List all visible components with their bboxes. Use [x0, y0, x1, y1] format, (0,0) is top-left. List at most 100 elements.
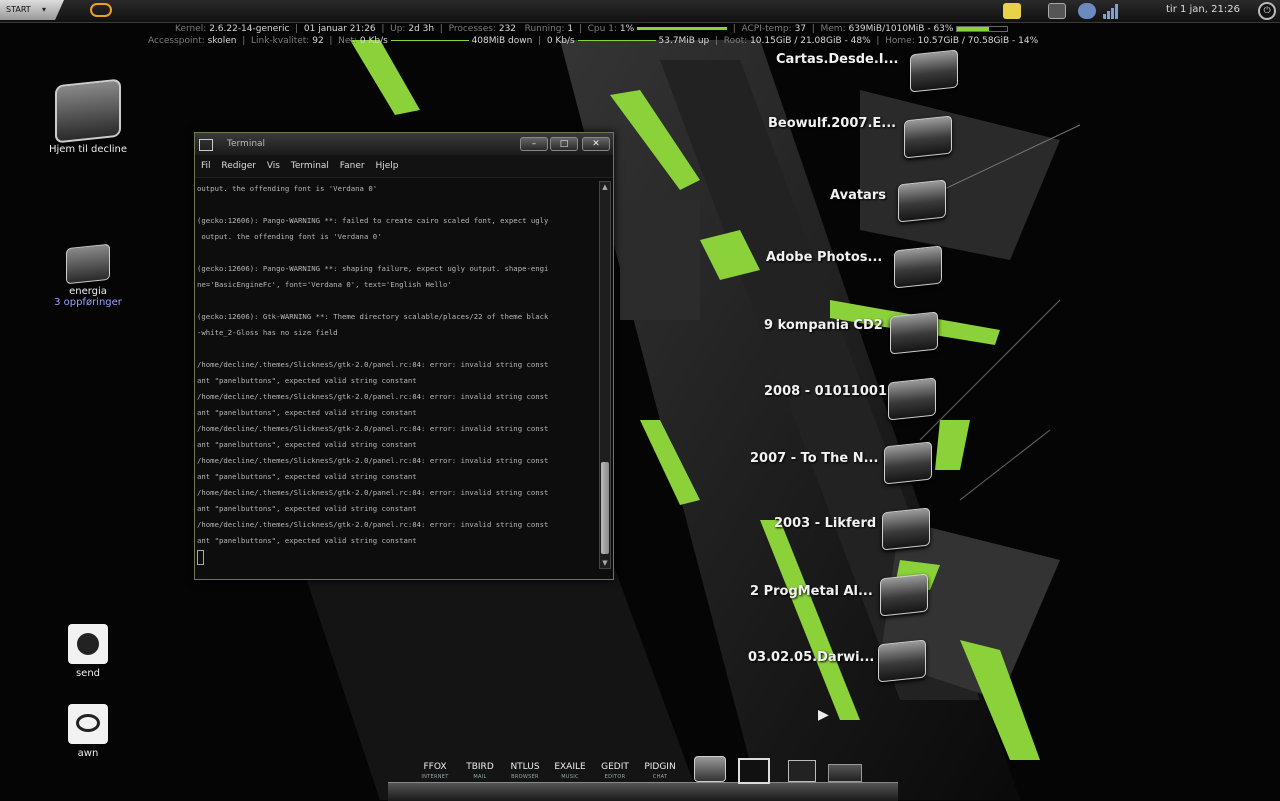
launcher-gedit[interactable]: GEDIT EDITOR: [598, 762, 632, 782]
folder-icon[interactable]: [904, 115, 952, 159]
terminal-line: (gecko:12606): Gtk-WARNING **: Theme dir…: [197, 312, 549, 321]
menu-hjelp[interactable]: Hjelp: [375, 161, 398, 171]
terminal-cursor: [197, 549, 204, 565]
terminal-window: Terminal – □ ✕ Fil Rediger Vis Terminal …: [194, 132, 614, 580]
launcher-pidgin[interactable]: PIDGIN CHAT: [641, 762, 679, 782]
clock[interactable]: tir 1 jan, 21:26: [1166, 0, 1240, 20]
desktop-item-label[interactable]: 9 kompania CD2: [764, 318, 883, 333]
desktop-item-label[interactable]: 2003 - Likferd: [774, 516, 876, 531]
desktop-item-label[interactable]: Beowulf.2007.E...: [768, 116, 896, 131]
close-button[interactable]: ✕: [582, 137, 610, 151]
scrollbar-thumb[interactable]: [601, 462, 609, 554]
home-dock-icon[interactable]: [694, 756, 726, 782]
terminal-line: ne='BasicEngineFc', font='Verdana 0', te…: [197, 280, 452, 289]
maximize-button[interactable]: □: [550, 137, 578, 151]
net-down-graph: [390, 40, 469, 41]
terminal-line: output. the offending font is 'Verdana 0…: [197, 184, 378, 193]
launcher-ffox[interactable]: FFOX INTERNET: [418, 762, 452, 782]
desktop-icon-home[interactable]: Hjem til decline: [48, 78, 128, 155]
terminal-line: -white_2-Gloss has no size field: [197, 328, 338, 337]
menu-rediger[interactable]: Rediger: [221, 161, 256, 171]
mail-icon[interactable]: [1048, 3, 1066, 19]
launcher-tbird[interactable]: TBIRD MAIL: [462, 762, 498, 782]
desktop-item-label[interactable]: Adobe Photos...: [766, 250, 882, 265]
menu-vis[interactable]: Vis: [267, 161, 280, 171]
terminal-line: ant "panelbuttons", expected valid strin…: [197, 472, 417, 481]
notes-icon[interactable]: [1003, 3, 1021, 19]
menu-faner[interactable]: Faner: [340, 161, 365, 171]
launcher-ntlus[interactable]: NTLUS BROWSER: [506, 762, 544, 782]
mem-bar: [956, 25, 1009, 32]
start-button[interactable]: START ▾: [0, 0, 64, 20]
terminal-menubar: Fil Rediger Vis Terminal Faner Hjelp: [195, 155, 613, 178]
chevron-down-icon: ▾: [42, 5, 47, 14]
launcher-exaile[interactable]: EXAILE MUSIC: [550, 762, 590, 782]
menu-fil[interactable]: Fil: [201, 161, 211, 171]
desktop-item-label[interactable]: 2 ProgMetal Al...: [750, 584, 873, 599]
folder-icon[interactable]: [890, 311, 938, 355]
terminal-line: ant "panelbuttons", expected valid strin…: [197, 440, 417, 449]
desktop-wallpaper: [0, 0, 1280, 800]
cpu-graph: [637, 27, 727, 30]
launcher-icon[interactable]: [90, 3, 112, 17]
drawer-dock-icon[interactable]: [828, 764, 862, 782]
terminal-line: /home/decline/.themes/SlicknesS/gtk-2.0/…: [197, 392, 549, 401]
terminal-titlebar[interactable]: Terminal – □ ✕: [195, 133, 613, 155]
terminal-icon: [199, 139, 213, 151]
folder-icon[interactable]: [894, 245, 942, 289]
folder-icon[interactable]: [878, 639, 926, 683]
conky-line-1: Kernel: 2.6.22-14-generic | 01 januar 21…: [175, 24, 1009, 35]
folder-icon[interactable]: [884, 441, 932, 485]
menu-terminal[interactable]: Terminal: [291, 161, 329, 171]
terminal-line: ant "panelbuttons", expected valid strin…: [197, 376, 417, 385]
desktop-icon-send[interactable]: send: [48, 624, 128, 679]
desktop-item-label[interactable]: 2008 - 01011001: [764, 384, 887, 399]
send-icon: [68, 624, 108, 664]
terminal-line: (gecko:12606): Pango-WARNING **: failed …: [197, 216, 549, 225]
terminal-line: /home/decline/.themes/SlicknesS/gtk-2.0/…: [197, 520, 549, 529]
home-folder-icon: [55, 78, 121, 144]
dock-panel: [388, 782, 898, 801]
users-icon[interactable]: [1078, 3, 1096, 19]
terminal-line: /home/decline/.themes/SlicknesS/gtk-2.0/…: [197, 424, 549, 433]
scroll-up-icon[interactable]: ▲: [600, 182, 610, 192]
terminal-line: output. the offending font is 'Verdana 0…: [197, 232, 382, 241]
terminal-output[interactable]: output. the offending font is 'Verdana 0…: [195, 179, 597, 569]
desktop-item-label[interactable]: Cartas.Desde.I...: [776, 52, 898, 67]
net-up-graph: [577, 40, 656, 41]
desktop-icon-awn[interactable]: awn: [48, 704, 128, 759]
folder-icon[interactable]: [910, 49, 958, 93]
top-panel: START ▾ tir 1 jan, 21:26 ⏻: [0, 0, 1280, 23]
desktop-item-label[interactable]: 03.02.05.Darwi...: [748, 650, 874, 665]
terminal-line: ant "panelbuttons", expected valid strin…: [197, 504, 417, 513]
folder-icon: [66, 243, 110, 285]
folder-icon[interactable]: [898, 179, 946, 223]
play-arrow-icon[interactable]: ▶: [818, 707, 829, 723]
window-dock-icon[interactable]: [738, 758, 770, 784]
scroll-down-icon[interactable]: ▼: [600, 558, 610, 568]
terminal-line: ant "panelbuttons", expected valid strin…: [197, 408, 417, 417]
folder-icon[interactable]: [880, 573, 928, 617]
terminal-scrollbar[interactable]: ▲ ▼: [599, 181, 611, 569]
terminal-line: /home/decline/.themes/SlicknesS/gtk-2.0/…: [197, 456, 549, 465]
terminal-line: ant "panelbuttons", expected valid strin…: [197, 536, 417, 545]
power-icon[interactable]: ⏻: [1258, 2, 1276, 20]
desktop-item-label[interactable]: 2007 - To The N...: [750, 451, 878, 466]
minimize-button[interactable]: –: [520, 137, 548, 151]
terminal-line: (gecko:12606): Pango-WARNING **: shaping…: [197, 264, 549, 273]
conky-line-2: Accesspoint: skolen | Link-kvalitet: 92 …: [148, 36, 1039, 46]
desktop-item-label[interactable]: Avatars: [830, 188, 886, 203]
wifi-icon[interactable]: [1102, 3, 1120, 19]
awn-icon: [68, 704, 108, 744]
terminal-lines: output. the offending font is 'Verdana 0…: [197, 181, 595, 549]
terminal-line: /home/decline/.themes/SlicknesS/gtk-2.0/…: [197, 488, 549, 497]
folder-icon[interactable]: [882, 507, 930, 551]
desktop-icon-energia[interactable]: energia 3 oppføringer: [48, 243, 128, 308]
folder-icon[interactable]: [888, 377, 936, 421]
terminal-line: /home/decline/.themes/SlicknesS/gtk-2.0/…: [197, 360, 549, 369]
terminal-dock-icon[interactable]: [788, 760, 816, 782]
